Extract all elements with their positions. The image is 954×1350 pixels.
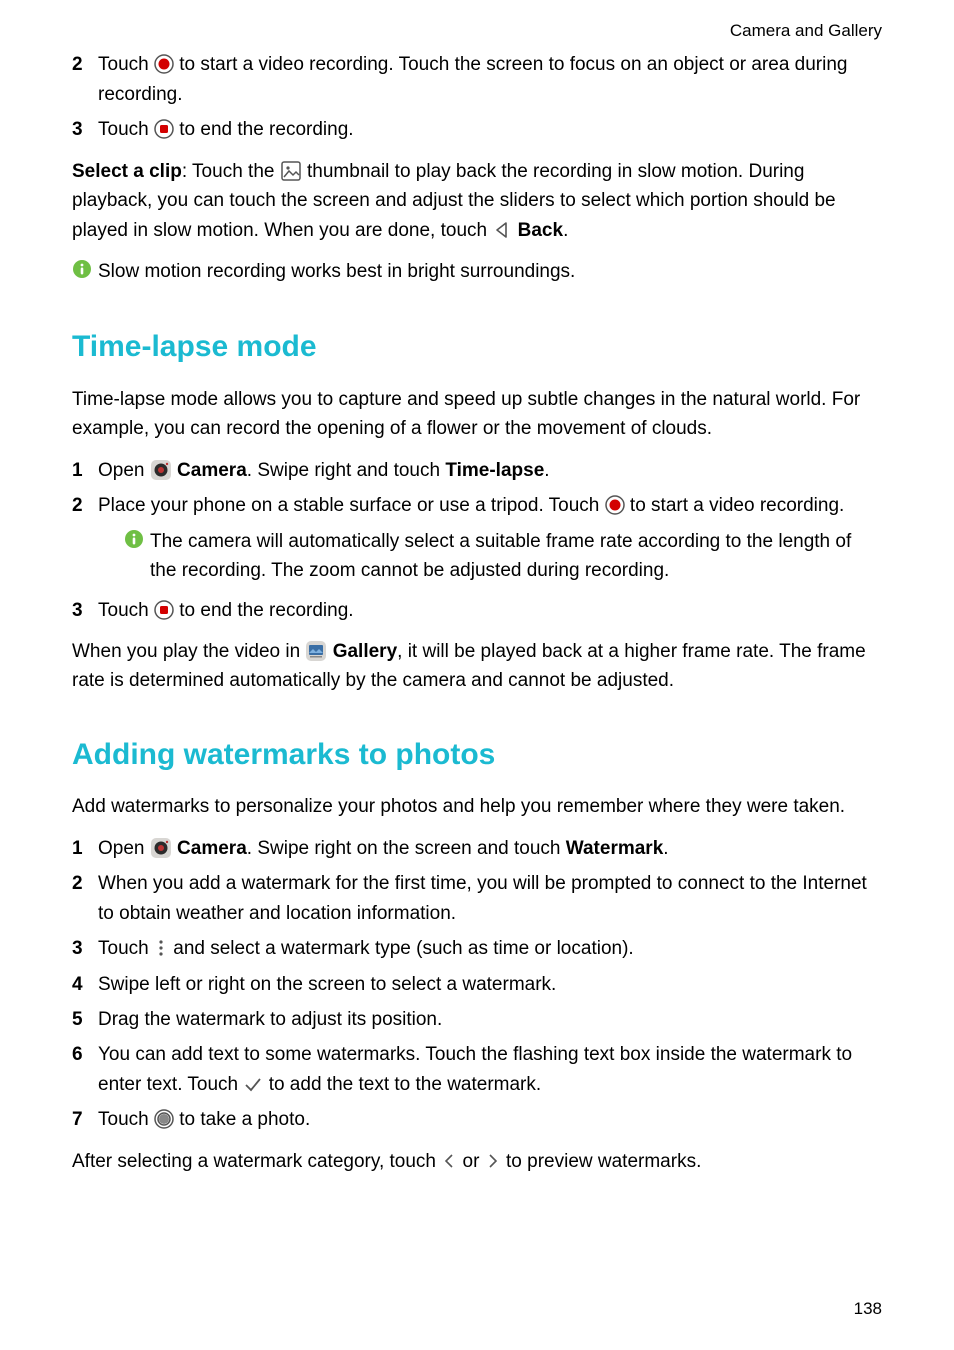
info-icon bbox=[72, 259, 92, 288]
record-icon bbox=[154, 54, 174, 74]
paragraph: When you play the video in Gallery, it w… bbox=[72, 637, 882, 696]
paragraph: After selecting a watermark category, to… bbox=[72, 1147, 882, 1176]
step-number: 1 bbox=[72, 456, 98, 485]
info-note: Slow motion recording works best in brig… bbox=[72, 257, 882, 288]
shutter-icon bbox=[154, 1109, 174, 1129]
section-heading-timelapse: Time-lapse mode bbox=[72, 324, 882, 371]
info-icon bbox=[124, 529, 144, 558]
gallery-app-icon bbox=[305, 640, 327, 662]
step-body: Open Camera. Swipe right on the screen a… bbox=[98, 834, 882, 863]
back-icon bbox=[492, 220, 512, 240]
step-body: Touch to take a photo. bbox=[98, 1105, 882, 1134]
step-body: Touch to end the recording. bbox=[98, 115, 882, 144]
step-number: 2 bbox=[72, 869, 98, 898]
image-thumbnail-icon bbox=[280, 160, 302, 182]
camera-app-icon bbox=[150, 459, 172, 481]
more-vertical-icon bbox=[154, 938, 168, 958]
stop-icon bbox=[154, 119, 174, 139]
chevron-left-icon bbox=[441, 1151, 457, 1171]
stop-icon bbox=[154, 600, 174, 620]
camera-app-icon bbox=[150, 837, 172, 859]
step-body: Touch to start a video recording. Touch … bbox=[98, 50, 882, 109]
step-number: 7 bbox=[72, 1105, 98, 1134]
page-number: 138 bbox=[854, 1296, 882, 1322]
step-body: Drag the watermark to adjust its positio… bbox=[98, 1005, 882, 1034]
checkmark-icon bbox=[243, 1074, 263, 1094]
record-icon bbox=[605, 495, 625, 515]
breadcrumb: Camera and Gallery bbox=[72, 18, 882, 44]
step-number: 3 bbox=[72, 934, 98, 963]
step-body: Open Camera. Swipe right and touch Time-… bbox=[98, 456, 882, 485]
step-number: 4 bbox=[72, 970, 98, 999]
step-number: 2 bbox=[72, 50, 98, 79]
step-body: Swipe left or right on the screen to sel… bbox=[98, 970, 882, 999]
step-number: 3 bbox=[72, 596, 98, 625]
step-number: 1 bbox=[72, 834, 98, 863]
chevron-right-icon bbox=[485, 1151, 501, 1171]
step-number: 3 bbox=[72, 115, 98, 144]
step-body: When you add a watermark for the first t… bbox=[98, 869, 882, 928]
paragraph: Time-lapse mode allows you to capture an… bbox=[72, 385, 882, 444]
step-number: 5 bbox=[72, 1005, 98, 1034]
section-heading-watermarks: Adding watermarks to photos bbox=[72, 732, 882, 779]
step-body: Touch and select a watermark type (such … bbox=[98, 934, 882, 963]
step-number: 6 bbox=[72, 1040, 98, 1069]
step-number: 2 bbox=[72, 491, 98, 520]
step-body: Place your phone on a stable surface or … bbox=[98, 491, 882, 589]
step-body: Touch to end the recording. bbox=[98, 596, 882, 625]
step-body: You can add text to some watermarks. Tou… bbox=[98, 1040, 882, 1099]
paragraph: Select a clip: Touch the thumbnail to pl… bbox=[72, 157, 882, 245]
paragraph: Add watermarks to personalize your photo… bbox=[72, 792, 882, 821]
